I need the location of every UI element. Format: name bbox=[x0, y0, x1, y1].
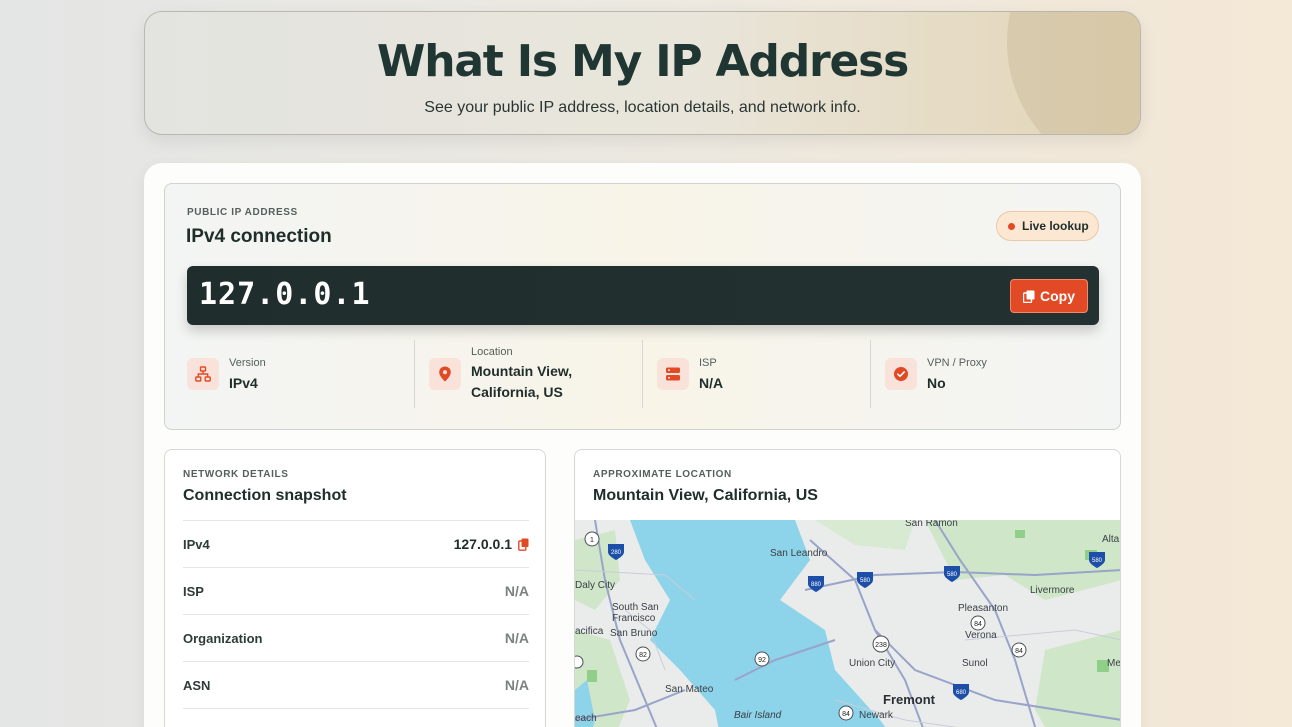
route-84: 84 bbox=[842, 711, 850, 718]
map-label: San Ramon bbox=[905, 520, 958, 529]
map-label: Union City bbox=[849, 658, 895, 669]
network-row-value: 127.0.0.1 bbox=[454, 536, 529, 552]
route-84: 84 bbox=[974, 621, 982, 628]
stat-divider bbox=[414, 340, 415, 408]
shield-580: 580 bbox=[1092, 558, 1103, 564]
map-label: San Leandro bbox=[770, 548, 828, 559]
map-label: San Bruno bbox=[610, 628, 658, 639]
stat-version-value: IPv4 bbox=[229, 375, 258, 391]
map-label: Sunol bbox=[962, 658, 988, 669]
route-238: 238 bbox=[875, 642, 887, 649]
shield-880: 880 bbox=[811, 582, 822, 588]
live-dot-icon bbox=[1008, 222, 1015, 230]
page-subtitle: See your public IP address, location det… bbox=[424, 99, 861, 116]
map-label: each bbox=[575, 713, 597, 724]
network-row-asn: ASN N/A bbox=[183, 661, 529, 708]
route-92: 92 bbox=[758, 657, 766, 664]
live-lookup-label: Live lookup bbox=[1022, 219, 1089, 233]
ip-panel-eyebrow: PUBLIC IP ADDRESS bbox=[187, 207, 298, 218]
network-row-ipv4: IPv4 127.0.0.1 bbox=[183, 520, 529, 567]
network-rows: IPv4 127.0.0.1 ISP N/A Organization N/A … bbox=[183, 520, 529, 727]
network-icon bbox=[187, 358, 219, 390]
network-row-value: N/A bbox=[504, 630, 529, 646]
shield-580: 580 bbox=[860, 578, 871, 584]
network-row-key: Organization bbox=[183, 630, 263, 646]
hero-banner: What Is My IP Address See your public IP… bbox=[144, 11, 1141, 135]
live-lookup-badge: Live lookup bbox=[996, 211, 1099, 241]
map-label: South San bbox=[612, 602, 659, 613]
shield-check-icon bbox=[885, 358, 917, 390]
stat-isp-value: N/A bbox=[699, 375, 724, 391]
route-82: 82 bbox=[639, 652, 647, 659]
map-eyebrow: APPROXIMATE LOCATION bbox=[593, 469, 732, 480]
network-title: Connection snapshot bbox=[183, 487, 347, 504]
map-label: Bair Island bbox=[734, 710, 782, 721]
network-row-key: IPv4 bbox=[183, 536, 210, 552]
copy-icon[interactable] bbox=[518, 538, 529, 551]
server-icon bbox=[657, 358, 689, 390]
network-row-key: ISP bbox=[183, 583, 204, 599]
public-ip-panel: PUBLIC IP ADDRESS IPv4 connection Live l… bbox=[164, 183, 1121, 430]
ipv4-value: 127.0.0.1 bbox=[453, 536, 512, 552]
ip-panel-title: IPv4 connection bbox=[186, 226, 332, 247]
stat-vpn-label: VPN / Proxy bbox=[927, 357, 987, 369]
map-label: Fremont bbox=[883, 692, 936, 707]
ip-display-bar: 127.0.0.1 Copy bbox=[187, 266, 1099, 325]
stat-vpn-value: No bbox=[927, 375, 946, 391]
network-row-key: ASN bbox=[183, 677, 211, 693]
map-label: Daly City bbox=[575, 580, 615, 591]
copy-ip-button[interactable]: Copy bbox=[1010, 279, 1088, 313]
stat-location-label: Location bbox=[471, 346, 513, 358]
ip-stats-row: Version IPv4 Location Mountain View, Cal… bbox=[187, 340, 1099, 408]
map-label: Verona bbox=[965, 630, 997, 641]
route-1: 1 bbox=[590, 537, 594, 544]
stat-isp: ISP N/A bbox=[657, 340, 857, 408]
map-label: San Mateo bbox=[665, 684, 714, 695]
map-label: Pleasanton bbox=[958, 603, 1008, 614]
stat-version-label: Version bbox=[229, 357, 266, 369]
stat-divider bbox=[642, 340, 643, 408]
network-eyebrow: NETWORK DETAILS bbox=[183, 469, 289, 480]
stat-location-value-line2: California, US bbox=[471, 384, 563, 400]
location-map[interactable]: 280 880 580 580 580 680 1 238 84 82 92 8… bbox=[575, 520, 1121, 727]
stat-vpn: VPN / Proxy No bbox=[885, 340, 1085, 408]
shield-280: 280 bbox=[611, 550, 622, 556]
stat-location-value-line1: Mountain View, bbox=[471, 363, 573, 379]
copy-button-label: Copy bbox=[1040, 288, 1075, 304]
shield-580: 580 bbox=[947, 572, 958, 578]
map-label: Francisco bbox=[612, 613, 656, 624]
page-title: What Is My IP Address bbox=[376, 36, 909, 87]
network-row-value: N/A bbox=[504, 583, 529, 599]
map-label: Newark bbox=[859, 710, 894, 721]
map-title: Mountain View, California, US bbox=[593, 487, 818, 504]
map-label: Alta bbox=[1102, 534, 1120, 545]
network-row-value: N/A bbox=[504, 677, 529, 693]
location-map-card: APPROXIMATE LOCATION Mountain View, Cali… bbox=[574, 449, 1121, 727]
stat-version: Version IPv4 bbox=[187, 340, 403, 408]
shield-680: 680 bbox=[956, 690, 967, 696]
network-row-organization: Organization N/A bbox=[183, 614, 529, 661]
map-label: Livermore bbox=[1030, 585, 1075, 596]
network-row-isp: ISP N/A bbox=[183, 567, 529, 614]
route-84: 84 bbox=[1015, 648, 1023, 655]
map-label: acifica bbox=[575, 626, 604, 637]
map-label: Me bbox=[1107, 658, 1121, 669]
stat-isp-label: ISP bbox=[699, 357, 717, 369]
network-details-card: NETWORK DETAILS Connection snapshot IPv4… bbox=[164, 449, 546, 727]
ip-address-value: 127.0.0.1 bbox=[199, 277, 371, 312]
map-pin-icon bbox=[429, 358, 461, 390]
stat-location: Location Mountain View, California, US bbox=[429, 340, 629, 408]
network-row-cut bbox=[183, 708, 529, 727]
copy-icon bbox=[1023, 290, 1035, 303]
stat-divider bbox=[870, 340, 871, 408]
